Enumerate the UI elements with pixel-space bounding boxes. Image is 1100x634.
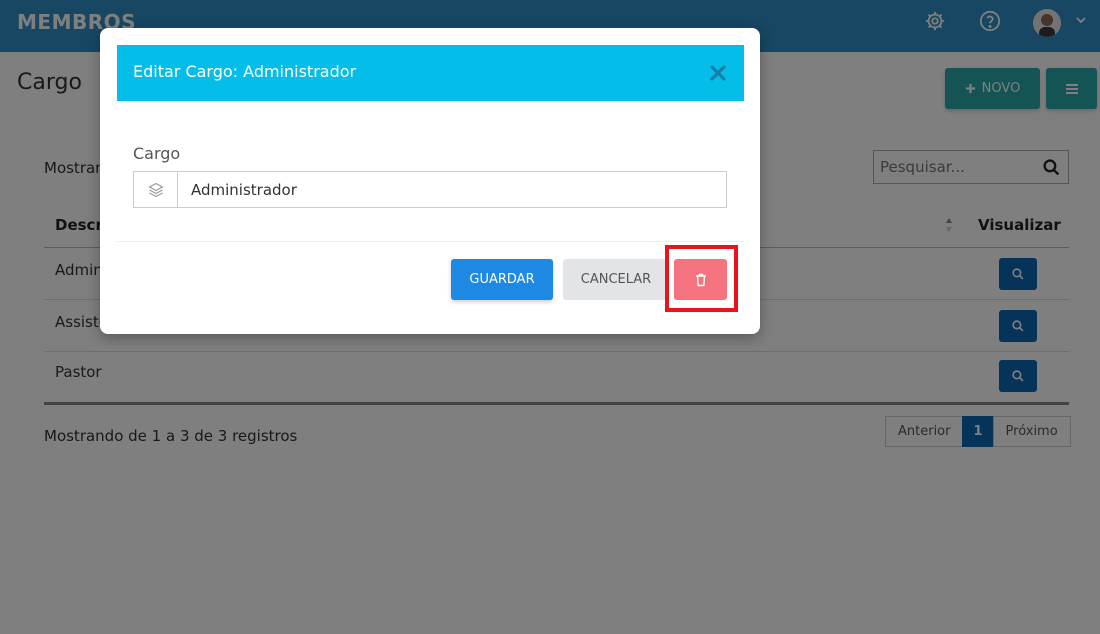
cancel-button[interactable]: CANCELAR [563,259,669,300]
field-label: Cargo [133,144,181,163]
modal-title: Editar Cargo: Administrador [133,62,357,81]
close-icon[interactable] [709,64,727,82]
save-button[interactable]: GUARDAR [451,259,553,300]
input-addon [134,172,178,207]
cargo-input[interactable] [178,172,726,207]
modal-divider [117,241,744,242]
highlight-box [665,245,738,312]
edit-modal: Editar Cargo: Administrador Cargo GUARDA… [100,28,760,334]
cargo-input-group [133,171,727,208]
modal-header: Editar Cargo: Administrador [117,45,744,101]
layers-icon [147,182,164,197]
